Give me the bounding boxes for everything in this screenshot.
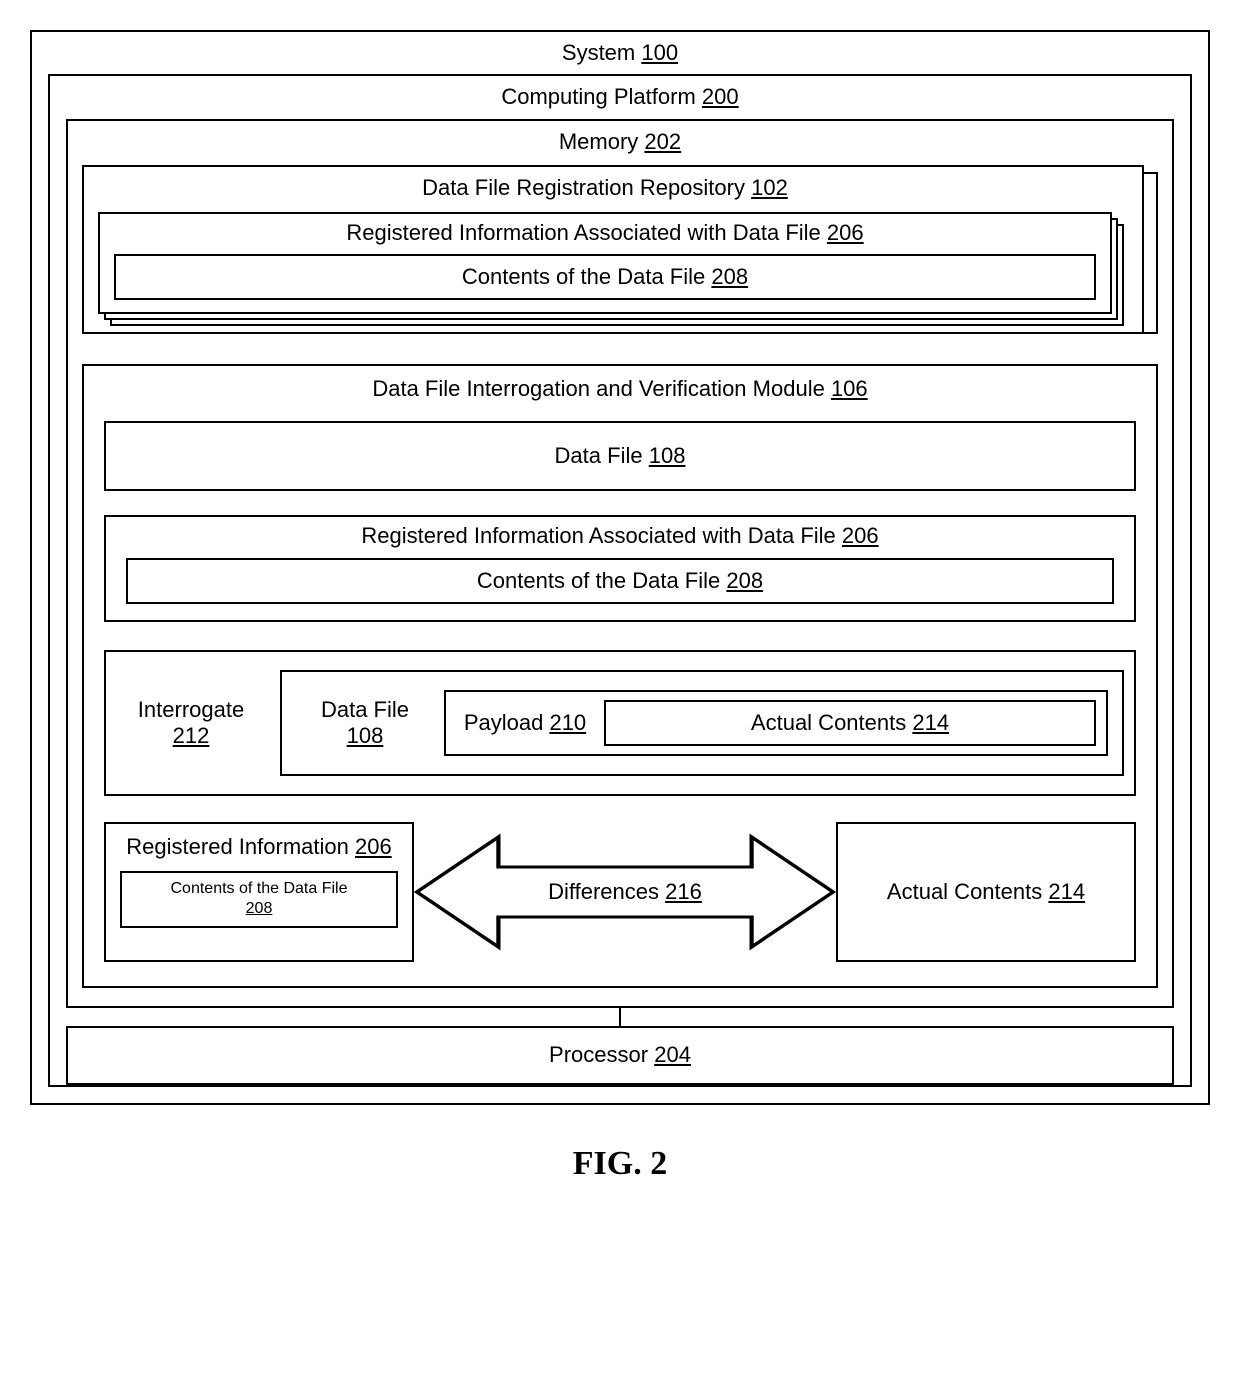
interrogate-title: Interrogate 212 xyxy=(124,697,258,750)
contents-ref: 208 xyxy=(711,264,748,289)
differences-title: Differences 216 xyxy=(548,879,702,905)
contents-module-title: Contents of the Data File 208 xyxy=(138,568,1102,594)
platform-box: Computing Platform 200 Memory 202 Data F… xyxy=(48,74,1192,1086)
data-file-box: Data File 108 xyxy=(104,421,1136,491)
module-ref: 106 xyxy=(831,376,868,401)
differences-label: Differences xyxy=(548,879,659,904)
connector-line xyxy=(619,1008,622,1026)
reg-info-label: Registered Information Associated with D… xyxy=(346,220,820,245)
reg-info-short-title: Registered Information 206 xyxy=(120,834,398,860)
contents-module-ref: 208 xyxy=(726,568,763,593)
memory-ref: 202 xyxy=(644,129,681,154)
diff-left-box: Registered Information 206 Contents of t… xyxy=(104,822,414,962)
data-file-wrap: Data File 108 Payload 210 xyxy=(280,670,1124,776)
reg-info-short-ref: 206 xyxy=(355,834,392,859)
reg-info-box: Registered Information Associated with D… xyxy=(98,212,1112,315)
repo-ref: 102 xyxy=(751,175,788,200)
diff-right-ref: 214 xyxy=(1048,879,1085,904)
interrogate-label: Interrogate xyxy=(138,697,244,722)
module-label: Data File Interrogation and Verification… xyxy=(372,376,824,401)
interrogate-ref: 212 xyxy=(173,723,210,748)
diff-right-label: Actual Contents xyxy=(887,879,1042,904)
payload-label-cell: Payload 210 xyxy=(460,700,590,746)
repo-title: Data File Registration Repository 102 xyxy=(98,175,1112,201)
contents-module-box: Contents of the Data File 208 xyxy=(126,558,1114,604)
diff-arrow: Differences 216 xyxy=(414,822,836,962)
data-file-inner-label: Data File 108 xyxy=(300,690,430,756)
reg-info-ref: 206 xyxy=(827,220,864,245)
memory-label: Memory xyxy=(559,129,638,154)
payload-ref: 210 xyxy=(549,710,586,735)
processor-label: Processor xyxy=(549,1042,648,1067)
platform-ref: 200 xyxy=(702,84,739,109)
figure-caption: FIG. 2 xyxy=(30,1145,1210,1183)
system-ref: 100 xyxy=(641,40,678,65)
data-file-ref: 108 xyxy=(649,443,686,468)
diff-right-box: Actual Contents 214 xyxy=(836,822,1136,962)
diff-left-contents-ref: 208 xyxy=(246,900,273,917)
interrogate-row: Interrogate 212 Data File 108 xyxy=(104,650,1136,796)
reg-info-stack: Registered Information Associated with D… xyxy=(98,212,1112,315)
diff-left-contents-box: Contents of the Data File 208 xyxy=(120,871,398,929)
data-file-label: Data File xyxy=(555,443,643,468)
platform-label: Computing Platform xyxy=(501,84,695,109)
reg-info-module-box: Registered Information Associated with D… xyxy=(104,515,1136,622)
data-file-inner-text: Data File xyxy=(321,697,409,722)
contents-label: Contents of the Data File xyxy=(462,264,705,289)
system-title: System 100 xyxy=(48,40,1192,66)
data-file-inner-ref: 108 xyxy=(347,723,384,748)
interrogate-cell: Interrogate 212 xyxy=(116,670,266,776)
contents-title: Contents of the Data File 208 xyxy=(126,264,1084,290)
module-box: Data File Interrogation and Verification… xyxy=(82,364,1158,988)
reg-info-title: Registered Information Associated with D… xyxy=(114,220,1096,246)
diff-right-title: Actual Contents 214 xyxy=(887,879,1085,905)
actual-contents-ref: 214 xyxy=(912,710,949,735)
payload-wrap: Payload 210 Actual Contents 214 xyxy=(444,690,1108,756)
repo-stack: Data File Registration Repository 102 Re… xyxy=(82,165,1158,334)
system-label: System xyxy=(562,40,635,65)
processor-ref: 204 xyxy=(654,1042,691,1067)
contents-box: Contents of the Data File 208 xyxy=(114,254,1096,300)
memory-box: Memory 202 Data File Registration Reposi… xyxy=(66,119,1174,1009)
module-title: Data File Interrogation and Verification… xyxy=(104,376,1136,402)
processor-box: Processor 204 xyxy=(66,1026,1174,1084)
reg-info-module-title: Registered Information Associated with D… xyxy=(126,523,1114,549)
platform-title: Computing Platform 200 xyxy=(66,84,1174,110)
diff-row: Registered Information 206 Contents of t… xyxy=(104,822,1136,962)
diff-left-contents-label: Contents of the Data File xyxy=(171,880,348,897)
payload-label: Payload xyxy=(464,710,544,735)
memory-title: Memory 202 xyxy=(82,129,1158,155)
repo-label: Data File Registration Repository xyxy=(422,175,745,200)
contents-module-label: Contents of the Data File xyxy=(477,568,720,593)
actual-contents-label: Actual Contents xyxy=(751,710,906,735)
data-file-title: Data File 108 xyxy=(116,443,1124,469)
system-box: System 100 Computing Platform 200 Memory… xyxy=(30,30,1210,1105)
processor-title: Processor 204 xyxy=(78,1042,1162,1068)
reg-info-module-ref: 206 xyxy=(842,523,879,548)
repo-box: Data File Registration Repository 102 Re… xyxy=(82,165,1144,334)
differences-ref: 216 xyxy=(665,879,702,904)
reg-info-module-label: Registered Information Associated with D… xyxy=(361,523,835,548)
reg-info-short-label: Registered Information xyxy=(126,834,349,859)
actual-contents-box: Actual Contents 214 xyxy=(604,700,1096,746)
